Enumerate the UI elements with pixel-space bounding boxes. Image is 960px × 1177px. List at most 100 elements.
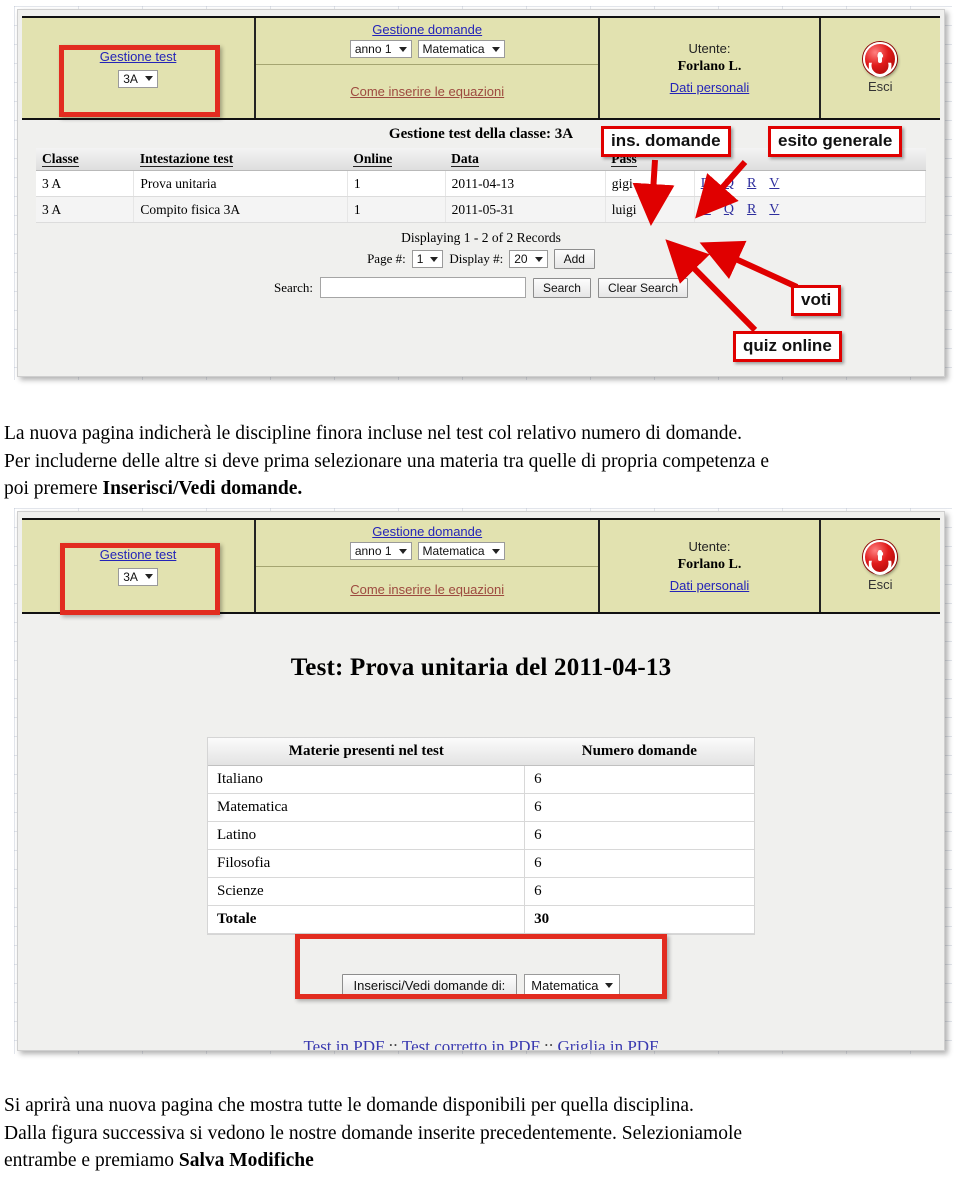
cell-intestazione: Compito fisica 3A — [133, 196, 348, 223]
test-title: Test: Prova unitaria del 2011-04-13 — [290, 654, 672, 681]
table-row: 3 A Compito fisica 3A 1 2011-05-31 luigi… — [36, 196, 927, 223]
header-cell-gestione-domande-1: Gestione domande anno 1 Matematica Come — [256, 18, 601, 118]
cell-materia: Filosofia — [208, 849, 526, 878]
cell-classe: 3 A — [36, 196, 135, 223]
gestione-domande-link[interactable]: Gestione domande — [372, 524, 482, 539]
materia-select-value: Matematica — [422, 42, 485, 56]
cell-pass: gigi — [605, 170, 695, 197]
chevron-down-icon — [534, 256, 543, 262]
col-intestazione[interactable]: Intestazione test — [133, 148, 348, 171]
search-button[interactable]: Search — [532, 277, 591, 298]
anno-select[interactable]: anno 1 — [349, 40, 412, 58]
come-inserire-equazioni-link[interactable]: Come inserire le equazioni — [350, 582, 504, 597]
test-in-pdf-link[interactable]: Test in PDF — [303, 1037, 384, 1050]
chevron-down-icon — [144, 76, 153, 81]
clear-search-button[interactable]: Clear Search — [597, 277, 689, 298]
materia-select[interactable]: Matematica — [417, 542, 505, 560]
cell-actions: DQRV — [694, 170, 927, 197]
utente-name: Forlano L. — [677, 556, 742, 572]
header-cell-esci-2[interactable]: Esci — [821, 520, 940, 612]
gestione-test-link[interactable]: Gestione test — [100, 547, 177, 562]
action-v-link[interactable]: V — [769, 176, 779, 191]
display-label: Display #: — [449, 251, 504, 266]
action-d-link[interactable]: D — [701, 176, 711, 191]
search-input[interactable] — [319, 277, 526, 298]
gestione-domande-link[interactable]: Gestione domande — [372, 22, 482, 37]
col-numero-domande: Numero domande — [524, 738, 754, 766]
materia-select[interactable]: Matematica — [417, 40, 505, 58]
action-d-link[interactable]: D — [701, 202, 711, 217]
insert-materia-select-value: Matematica — [531, 978, 599, 993]
inserisci-vedi-row: Inserisci/Vedi domande di: Matematica — [36, 974, 926, 997]
cell-numero: 6 — [524, 821, 754, 850]
power-icon[interactable] — [863, 540, 898, 574]
dati-personali-link[interactable]: Dati personali — [670, 578, 750, 593]
cell-materia-totale: Totale — [208, 905, 526, 934]
header-cell-utente-1: Utente: Forlano L. Dati personali — [600, 18, 821, 118]
chevron-down-icon — [491, 46, 500, 52]
action-v-link[interactable]: V — [769, 202, 779, 217]
header-cell-utente-2: Utente: Forlano L. Dati personali — [600, 520, 821, 612]
table-row: Scienze 6 — [208, 877, 754, 906]
header-cell-gestione-test-1: Gestione test 3A — [22, 18, 257, 118]
dati-personali-link[interactable]: Dati personali — [670, 80, 750, 95]
inserisci-vedi-domande-button[interactable]: Inserisci/Vedi domande di: — [341, 974, 518, 997]
cell-numero: 6 — [524, 765, 754, 794]
action-q-link[interactable]: Q — [724, 202, 734, 217]
pdf-separator-2: :: — [544, 1037, 554, 1051]
page-select[interactable]: 1 — [411, 250, 444, 268]
add-button[interactable]: Add — [553, 249, 595, 269]
table-row: Italiano 6 — [208, 765, 754, 794]
paragraph-2-line-2: Dalla figura successiva si vedono le nos… — [4, 1122, 743, 1144]
cell-numero: 6 — [524, 877, 754, 906]
callout-voti: voti — [791, 285, 842, 316]
table-row: Latino 6 — [208, 821, 754, 850]
cell-online: 1 — [347, 170, 446, 197]
cell-materia: Italiano — [208, 765, 526, 794]
materie-table: Materie presenti nel test Numero domande… — [208, 738, 754, 934]
col-online[interactable]: Online — [347, 148, 446, 171]
insert-materia-select[interactable]: Matematica — [524, 974, 621, 997]
display-select[interactable]: 20 — [509, 250, 548, 268]
anno-select[interactable]: anno 1 — [349, 542, 412, 560]
classe-select[interactable]: 3A — [118, 69, 158, 88]
utente-label: Utente: — [688, 41, 731, 57]
search-label: Search: — [273, 279, 313, 295]
paragraph-1-line-3-prefix: poi premere — [4, 478, 103, 500]
power-icon[interactable] — [863, 42, 898, 76]
action-r-link[interactable]: R — [747, 202, 756, 217]
classe-select[interactable]: 3A — [118, 567, 158, 586]
cell-pass: luigi — [605, 196, 695, 223]
cell-numero: 6 — [524, 793, 754, 822]
chevron-down-icon — [605, 983, 614, 988]
cell-materia: Latino — [208, 821, 526, 850]
header-cell-esci-1[interactable]: Esci — [821, 18, 940, 118]
col-materie: Materie presenti nel test — [208, 738, 525, 766]
cell-numero-totale: 30 — [524, 905, 754, 934]
gestione-test-link[interactable]: Gestione test — [100, 49, 177, 64]
page-label: Page #: — [367, 251, 406, 266]
classe-select-value: 3A — [123, 569, 138, 584]
page-select-value: 1 — [416, 252, 424, 266]
griglia-in-pdf-link[interactable]: Griglia in PDF — [557, 1037, 658, 1050]
paragraph-2-line-3: entrambe e premiamo Salva Modifiche — [4, 1147, 944, 1175]
cell-actions: DQRV — [694, 196, 927, 223]
callout-esito-generale: esito generale — [768, 126, 903, 157]
tests-table: Classe Intestazione test Online Data Pas… — [36, 148, 927, 223]
app-header-bar-1: Gestione test 3A Gestione domande anno 1 — [22, 16, 940, 120]
utente-name: Forlano L. — [677, 58, 742, 74]
col-data[interactable]: Data — [445, 148, 606, 171]
action-q-link[interactable]: Q — [724, 176, 734, 191]
come-inserire-equazioni-link[interactable]: Come inserire le equazioni — [350, 84, 504, 99]
test-corretto-in-pdf-link[interactable]: Test corretto in PDF — [402, 1037, 540, 1050]
paragraph-1-line-3: poi premere Inserisci/Vedi domande. — [4, 475, 944, 503]
cell-numero: 6 — [524, 849, 754, 878]
action-r-link[interactable]: R — [747, 176, 756, 191]
chevron-down-icon — [398, 46, 407, 52]
cell-materia: Matematica — [208, 793, 526, 822]
cell-data: 2011-05-31 — [445, 196, 606, 223]
pdf-separator-1: :: — [388, 1037, 398, 1051]
col-classe[interactable]: Classe — [36, 148, 134, 171]
app-header-bar-2: Gestione test 3A Gestione domande anno 1 — [22, 518, 940, 614]
cell-data: 2011-04-13 — [445, 170, 606, 197]
